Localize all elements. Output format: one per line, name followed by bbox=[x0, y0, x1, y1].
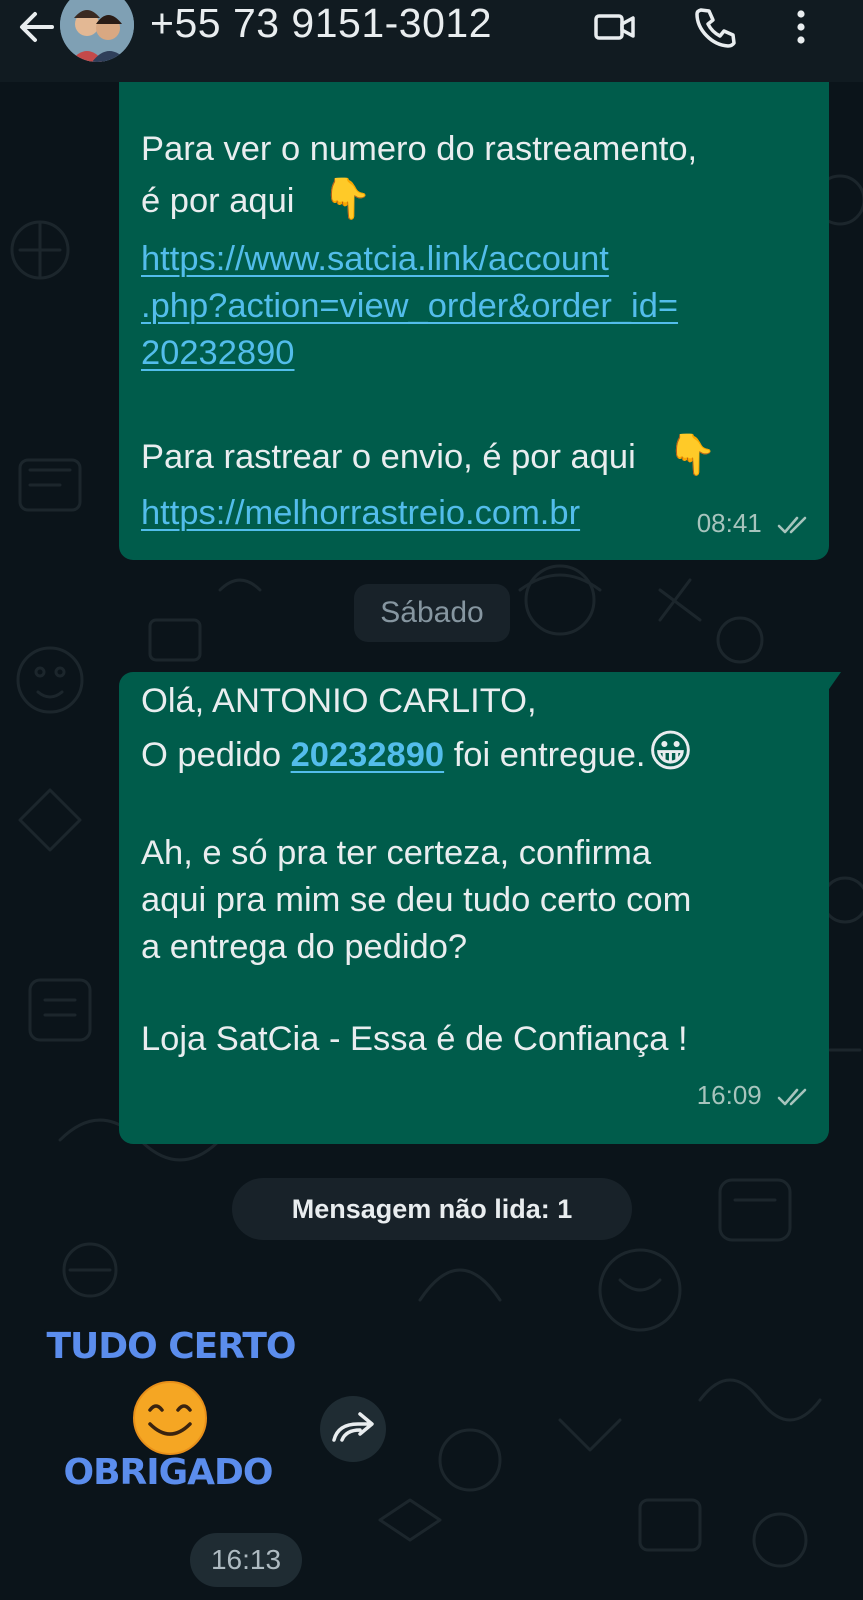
contact-name[interactable]: +55 73 9151-3012 bbox=[150, 0, 492, 46]
message-text: Para ver o numero do rastreamento, bbox=[141, 130, 698, 168]
message-text: Loja SatCia - Essa é de Confiança ! bbox=[141, 1020, 688, 1058]
message-text: Para rastrear o envio, é por aqui 👇 bbox=[141, 432, 717, 481]
message-text: Olá, ANTONIO CARLITO, bbox=[141, 682, 537, 720]
tracking-link[interactable]: https://melhorrastreio.com.br bbox=[141, 490, 580, 537]
forward-arrow-icon bbox=[332, 1412, 374, 1442]
bubble-tail bbox=[827, 672, 841, 692]
sticker-text-line2: OBRIGADO bbox=[63, 1452, 272, 1492]
video-call-icon[interactable] bbox=[592, 4, 638, 50]
message-meta: 16:09 bbox=[697, 1080, 811, 1110]
back-arrow-icon[interactable] bbox=[14, 4, 60, 50]
message-text: é por aqui 👇 bbox=[141, 176, 372, 225]
chat-header: +55 73 9151-3012 bbox=[0, 0, 863, 82]
message-text-segment: Para rastrear o envio, é por aqui bbox=[141, 438, 636, 476]
order-number-link[interactable]: 20232890 bbox=[291, 736, 445, 774]
sticker-message[interactable]: TUDO CERTO OBRIGADO bbox=[36, 1322, 306, 1493]
contact-avatar[interactable] bbox=[60, 0, 134, 62]
message-text-segment: foi entregue. bbox=[444, 736, 646, 774]
tracking-link[interactable]: .php?action=view_order&order_id= bbox=[141, 283, 678, 330]
pointing-down-icon: 👇 bbox=[667, 433, 718, 477]
pointing-down-icon: 👇 bbox=[322, 177, 372, 221]
tracking-link[interactable]: https://www.satcia.link/account bbox=[141, 236, 609, 283]
forward-button[interactable] bbox=[320, 1396, 386, 1462]
message-time: 16:09 bbox=[696, 1080, 762, 1110]
more-options-icon[interactable] bbox=[778, 4, 824, 50]
sticker-text-line1: TUDO CERTO bbox=[46, 1326, 295, 1367]
message-time: 08:41 bbox=[696, 508, 762, 538]
message-text-segment: é por aqui bbox=[141, 182, 295, 220]
message-meta: 08:41 bbox=[697, 508, 811, 538]
unread-messages-divider: Mensagem não lida: 1 bbox=[232, 1178, 632, 1240]
outgoing-message-bubble[interactable]: Olá, ANTONIO CARLITO, O pedido 20232890 … bbox=[119, 672, 829, 1144]
message-text: a entrega do pedido? bbox=[141, 928, 468, 966]
message-text: O pedido 20232890 foi entregue.😀 bbox=[141, 728, 693, 779]
message-text: Ah, e só pra ter certeza, confirma bbox=[141, 834, 652, 872]
date-divider: Sábado bbox=[354, 584, 510, 642]
double-check-icon bbox=[777, 516, 807, 534]
grinning-face-icon: 😀 bbox=[647, 727, 694, 776]
message-text: aqui pra mim se deu tudo certo com bbox=[141, 881, 692, 919]
message-text-segment: O pedido bbox=[141, 736, 291, 774]
tracking-link[interactable]: 20232890 bbox=[141, 330, 295, 377]
double-check-icon bbox=[777, 1088, 807, 1106]
voice-call-icon[interactable] bbox=[692, 4, 738, 50]
smiling-face-icon bbox=[133, 1381, 207, 1455]
sticker-time: 16:13 bbox=[190, 1533, 302, 1587]
outgoing-message-bubble[interactable]: Para ver o numero do rastreamento, é por… bbox=[119, 80, 829, 560]
